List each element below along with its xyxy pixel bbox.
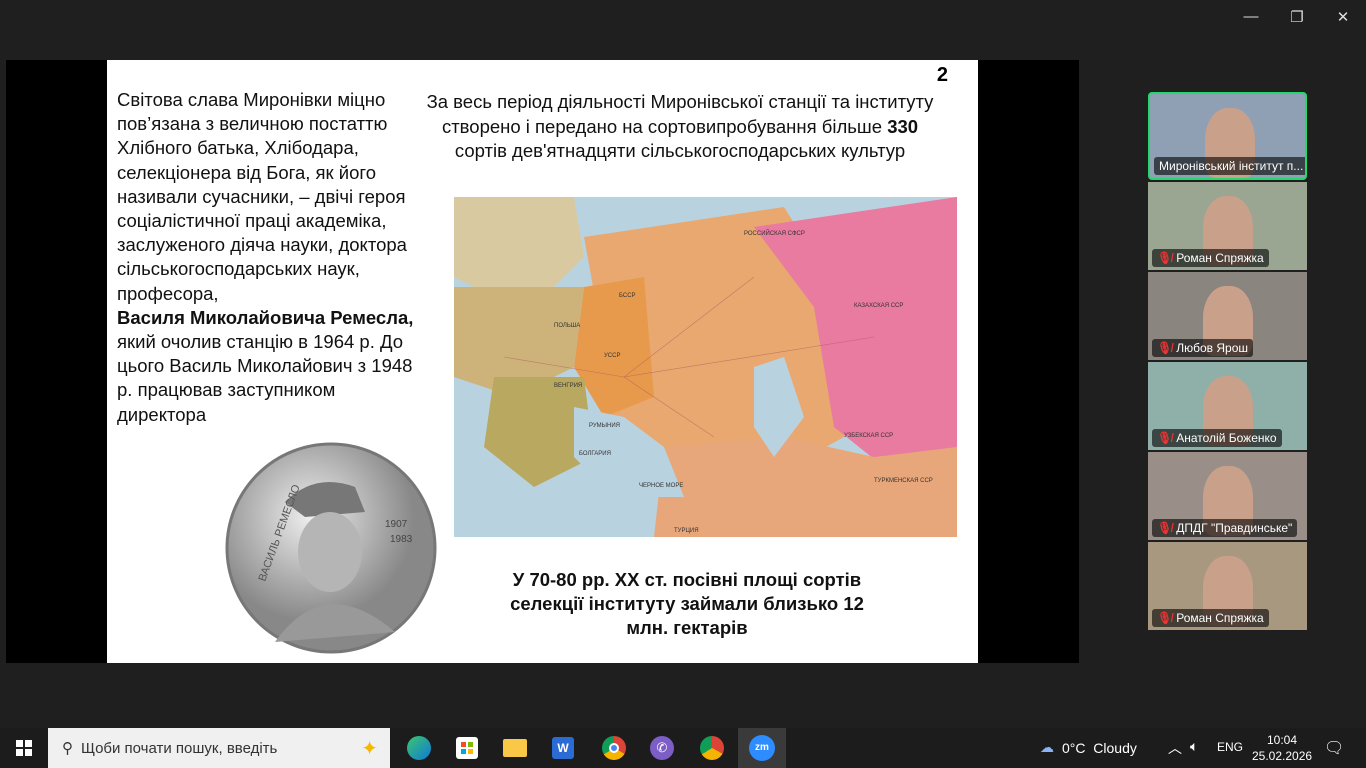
- file-explorer-icon[interactable]: [491, 728, 539, 768]
- clock[interactable]: 10:04 25.02.2026: [1252, 732, 1312, 764]
- participant-name-text: Роман Спряжка: [1176, 611, 1264, 625]
- varieties-text: За весь період діяльності Миронівської с…: [426, 91, 934, 137]
- bio-name: Василя Миколайовича Ремесла,: [117, 306, 414, 328]
- presentation-slide: 2 Світова слава Миронівки міцно пов’язан…: [107, 60, 978, 663]
- map-label: РУМЫНИЯ: [589, 423, 620, 429]
- participant-name-text: Любов Ярош: [1176, 341, 1249, 355]
- participant-name-text: Роман Спряжка: [1176, 251, 1264, 265]
- participant-video-tile[interactable]: 🎙︎̸ Роман Спряжка: [1148, 542, 1307, 630]
- bio-text: Світова слава Миронівки міцно пов’язана …: [117, 89, 407, 304]
- participant-name: 🎙︎̸ Анатолій Боженко: [1152, 429, 1282, 447]
- weather-widget[interactable]: ☁ 0°C Cloudy: [1040, 739, 1137, 756]
- copilot-sparkle-icon: ✦: [361, 737, 378, 760]
- viber-icon[interactable]: ✆: [638, 728, 686, 768]
- coin-year-death: 1983: [390, 534, 413, 545]
- commemorative-coin-image: ВАСИЛЬ РЕМЕСЛО 1907 1983: [225, 442, 437, 654]
- language-indicator[interactable]: ENG: [1217, 740, 1243, 754]
- varieties-count: 330: [887, 115, 919, 137]
- taskbar: ⚲ Щоби почати пошук, введіть ✦ W ✆ zm ☁ 0…: [0, 728, 1366, 768]
- muted-mic-icon: 🎙︎̸: [1157, 431, 1173, 445]
- slide-right-text: За весь період діяльності Миронівської с…: [425, 90, 935, 164]
- varieties-text-2: сортів дев'ятнадцяти сільськогосподарськ…: [454, 140, 906, 161]
- weather-text: 0°C Cloudy: [1062, 739, 1137, 756]
- time: 10:04: [1266, 733, 1298, 747]
- slide-bottom-text: У 70-80 рр. ХХ ст. посівні площі сортів …: [510, 569, 864, 638]
- map-label: УССР: [604, 353, 620, 359]
- participant-name: 🎙︎̸ Роман Спряжка: [1152, 249, 1269, 267]
- chrome-icon[interactable]: [590, 728, 638, 768]
- date: 25.02.2026: [1252, 749, 1313, 763]
- store-icon[interactable]: [443, 728, 491, 768]
- participant-name: Миронівський інститут п...: [1154, 157, 1305, 175]
- minimize-button[interactable]: —: [1236, 8, 1266, 25]
- search-icon: ⚲: [62, 740, 73, 757]
- map-label: БОЛГАРИЯ: [579, 451, 611, 457]
- participant-name-text: Миронівський інститут п...: [1159, 159, 1304, 173]
- map-label: УЗБЕКСКАЯ ССР: [844, 433, 893, 439]
- slide-left-text: Світова слава Миронівки міцно пов’язана …: [117, 88, 417, 427]
- map-label: ПОЛЬША: [554, 323, 580, 329]
- map-label: ТУРКМЕНСКАЯ ССР: [874, 478, 933, 484]
- bio-text-2: який очолив станцію в 1964 р. До цього В…: [117, 331, 413, 425]
- map-label: КАЗАХСКАЯ ССР: [854, 303, 903, 309]
- participant-video-tile[interactable]: 🎙︎̸ Роман Спряжка: [1148, 182, 1307, 270]
- participant-video-tile[interactable]: 🎙︎̸ Любов Ярош: [1148, 272, 1307, 360]
- participant-name: 🎙︎̸ Роман Спряжка: [1152, 609, 1269, 627]
- search-placeholder: Щоби почати пошук, введіть: [81, 739, 278, 757]
- participant-video-tile[interactable]: 🎙︎̸ ДПДГ "Правдинське": [1148, 452, 1307, 540]
- zoom-icon[interactable]: zm: [738, 728, 786, 768]
- muted-mic-icon: 🎙︎̸: [1157, 521, 1173, 535]
- ussr-map-image: РОССИЙСКАЯ СФСР КАЗАХСКАЯ ССР УССР БССР …: [454, 197, 957, 537]
- close-button[interactable]: ✕: [1328, 8, 1358, 26]
- notifications-icon[interactable]: 🗨︎: [1324, 738, 1344, 758]
- edge-icon[interactable]: [395, 728, 443, 768]
- chrome-profile-icon[interactable]: [688, 728, 736, 768]
- coin-year-birth: 1907: [385, 519, 408, 530]
- chevron-up-icon[interactable]: ︿: [1168, 738, 1182, 758]
- slide-number: 2: [936, 64, 948, 86]
- participant-name-text: Анатолій Боженко: [1176, 431, 1277, 445]
- participant-video-tile[interactable]: 🎙︎̸ Анатолій Боженко: [1148, 362, 1307, 450]
- muted-mic-icon: 🎙︎̸: [1157, 341, 1173, 355]
- map-label: ВЕНГРИЯ: [554, 383, 582, 389]
- start-button[interactable]: [0, 728, 48, 768]
- muted-mic-icon: 🎙︎̸: [1157, 251, 1173, 265]
- map-label: ЧЕРНОЕ МОРЕ: [639, 483, 683, 489]
- participant-name: 🎙︎̸ ДПДГ "Правдинське": [1152, 519, 1298, 537]
- volume-icon[interactable]: 🔈︎: [1190, 738, 1198, 755]
- participant-video-tile[interactable]: Миронівський інститут п...: [1148, 92, 1307, 180]
- map-label: РОССИЙСКАЯ СФСР: [744, 229, 805, 237]
- search-box[interactable]: ⚲ Щоби почати пошук, введіть ✦: [48, 728, 390, 768]
- muted-mic-icon: 🎙︎̸: [1157, 611, 1173, 625]
- map-label: БССР: [619, 293, 636, 299]
- participant-name: 🎙︎̸ Любов Ярош: [1152, 339, 1254, 357]
- windows-icon: [16, 740, 32, 756]
- participant-name-text: ДПДГ "Правдинське": [1176, 521, 1293, 535]
- map-label: ТУРЦИЯ: [674, 528, 699, 534]
- word-icon[interactable]: W: [539, 728, 587, 768]
- cloud-icon: ☁: [1040, 739, 1054, 755]
- restore-button[interactable]: ❐: [1282, 8, 1312, 26]
